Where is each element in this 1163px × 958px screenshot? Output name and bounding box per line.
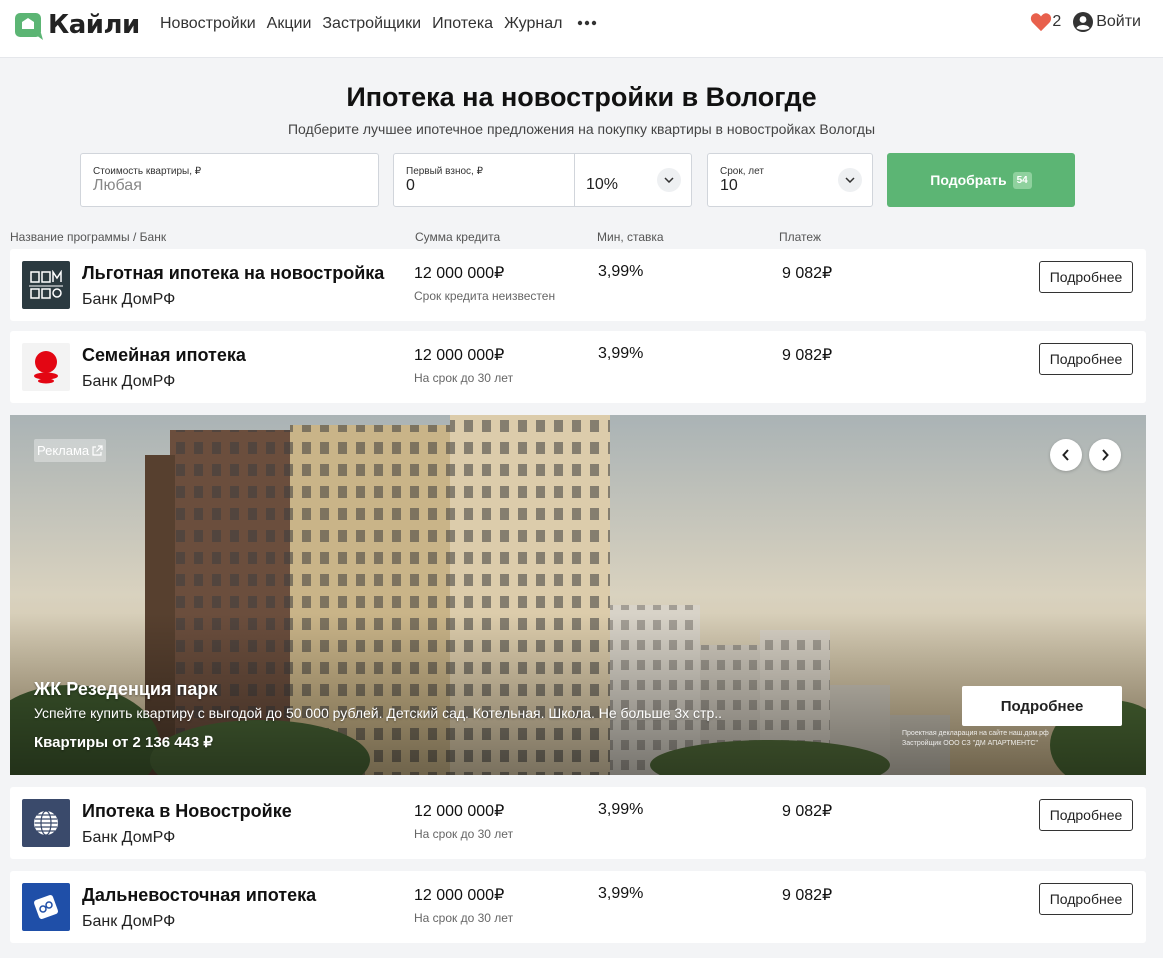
chevron-right-icon [1102, 449, 1109, 461]
column-sum: Сумма кредита [415, 230, 501, 244]
bank-name: Банк ДомРФ [82, 373, 176, 390]
bank-name: Банк ДомРФ [82, 291, 176, 308]
details-button[interactable]: Подробнее [1039, 799, 1133, 831]
nav-item-akcii[interactable]: Акции [267, 14, 312, 34]
monthly-payment: 9 082₽ [782, 803, 833, 820]
loan-term-note: Срок кредита неизвестен [414, 289, 556, 303]
offer-row: Дальневосточная ипотека Банк ДомРФ 12 00… [10, 871, 1146, 943]
chevron-left-icon [1062, 449, 1069, 461]
banner-title[interactable]: ЖК Резеденция парк [34, 679, 217, 700]
banner-next-button[interactable] [1089, 439, 1121, 471]
chevron-down-icon [845, 177, 855, 183]
monthly-payment: 9 082₽ [782, 347, 833, 364]
external-link-icon [92, 444, 103, 456]
bank-name: Банк ДомРФ [82, 829, 176, 846]
loan-term-note: На срок до 30 лет [414, 911, 514, 925]
field-divider [574, 154, 575, 206]
min-rate: 3,99% [598, 801, 644, 818]
login-button[interactable]: Войти [1073, 12, 1141, 32]
chevron-down-icon [664, 177, 674, 183]
banner-prev-button[interactable] [1050, 439, 1082, 471]
program-name[interactable]: Семейная ипотека [82, 345, 246, 366]
sber-style-logo-icon [22, 343, 70, 391]
program-name[interactable]: Льготная ипотека на новостройка [82, 263, 384, 284]
vtb-style-logo-icon [22, 883, 70, 931]
ad-label-text: Реклама [37, 443, 90, 458]
banner-description: Успейте купить квартиру с выгодой до 50 … [34, 705, 723, 721]
nav-item-zhurnal[interactable]: Журнал [504, 14, 562, 34]
logo-icon [15, 13, 43, 40]
results-count-badge: 54 [1012, 171, 1032, 189]
details-button[interactable]: Подробнее [1039, 343, 1133, 375]
banner-price: Квартиры от 2 136 443 ₽ [34, 734, 213, 751]
down-payment-label: Первый взнос, ₽ [406, 166, 483, 177]
price-input[interactable]: Любая [93, 177, 142, 195]
monthly-payment: 9 082₽ [782, 887, 833, 904]
loan-sum: 12 000 000₽ [414, 265, 505, 282]
heart-icon [1031, 13, 1052, 32]
min-rate: 3,99% [598, 345, 644, 362]
term-value[interactable]: 10 [720, 177, 738, 195]
logo-text: Кайли [48, 10, 140, 40]
nav-item-zastroyshiki[interactable]: Застройщики [322, 14, 421, 34]
offer-row: Ипотека в Новостройке Банк ДомРФ 12 000 … [10, 787, 1146, 859]
details-button[interactable]: Подробнее [1039, 883, 1133, 915]
percent-dropdown-button[interactable] [657, 168, 681, 192]
promo-banner[interactable]: Реклама ЖК Резеденция парк Успейте купит… [10, 415, 1146, 775]
column-rate: Мин, ставка [597, 230, 664, 244]
more-dots-icon[interactable] [577, 20, 597, 26]
price-label: Стоимость квартиры, ₽ [93, 166, 202, 177]
term-dropdown-button[interactable] [838, 168, 862, 192]
favorites-button[interactable]: 2 [1030, 12, 1061, 32]
loan-sum: 12 000 000₽ [414, 347, 505, 364]
banner-note-line2: Застройщик ООО СЗ "ДМ АПАРТМЕНТС" [902, 740, 1038, 747]
term-field[interactable]: Срок, лет 10 [707, 153, 873, 207]
offer-row: Льготная ипотека на новостройка Банк Дом… [10, 249, 1146, 321]
details-button[interactable]: Подробнее [1039, 261, 1133, 293]
nav-item-novostroyki[interactable]: Новостройки [160, 14, 256, 34]
main-nav: Новостройки Акции Застройщики Ипотека Жу… [160, 14, 597, 34]
bank-name: Банк ДомРФ [82, 913, 176, 930]
submit-label: Подобрать [930, 172, 1007, 188]
top-header: Кайли Новостройки Акции Застройщики Ипот… [0, 0, 1163, 58]
page-title: Ипотека на новостройки в Вологде [346, 82, 817, 112]
header-actions: 2 Войти [1030, 12, 1141, 32]
loan-term-note: На срок до 30 лет [414, 827, 514, 841]
monthly-payment: 9 082₽ [782, 265, 833, 282]
banner-note-line1: Проектная декларация на сайте наш.дом.рф [902, 730, 1049, 737]
loan-term-note: На срок до 30 лет [414, 371, 514, 385]
down-payment-field[interactable]: Первый взнос, ₽ 0 10% [393, 153, 692, 207]
login-label: Войти [1096, 13, 1141, 30]
down-payment-input[interactable]: 0 [406, 177, 415, 195]
loan-sum: 12 000 000₽ [414, 887, 505, 904]
down-payment-percent[interactable]: 10% [586, 176, 618, 194]
loan-sum: 12 000 000₽ [414, 803, 505, 820]
site-logo[interactable]: Кайли [14, 9, 140, 41]
program-name[interactable]: Ипотека в Новостройке [82, 801, 292, 822]
domrf-logo-icon [22, 261, 70, 309]
column-program: Название программы / Банк [10, 230, 167, 244]
user-icon [1073, 12, 1094, 32]
price-field[interactable]: Стоимость квартиры, ₽ Любая [80, 153, 379, 207]
nav-item-ipoteka[interactable]: Ипотека [432, 14, 493, 34]
submit-button[interactable]: Подобрать 54 [887, 153, 1075, 207]
banner-details-button[interactable]: Подробнее [962, 686, 1122, 726]
banner-legal-note: Проектная декларация на сайте наш.дом.рф… [902, 729, 1049, 749]
offer-row: Семейная ипотека Банк ДомРФ 12 000 000₽ … [10, 331, 1146, 403]
min-rate: 3,99% [598, 263, 644, 280]
globe-logo-icon [22, 799, 70, 847]
program-name[interactable]: Дальневосточная ипотека [82, 885, 316, 906]
ad-label[interactable]: Реклама [34, 439, 107, 462]
term-label: Срок, лет [720, 166, 764, 177]
favorites-count: 2 [1052, 13, 1062, 30]
min-rate: 3,99% [598, 885, 644, 902]
page-subtitle: Подберите лучшее ипотечное предложения н… [287, 121, 876, 137]
column-payment: Платеж [779, 230, 821, 244]
